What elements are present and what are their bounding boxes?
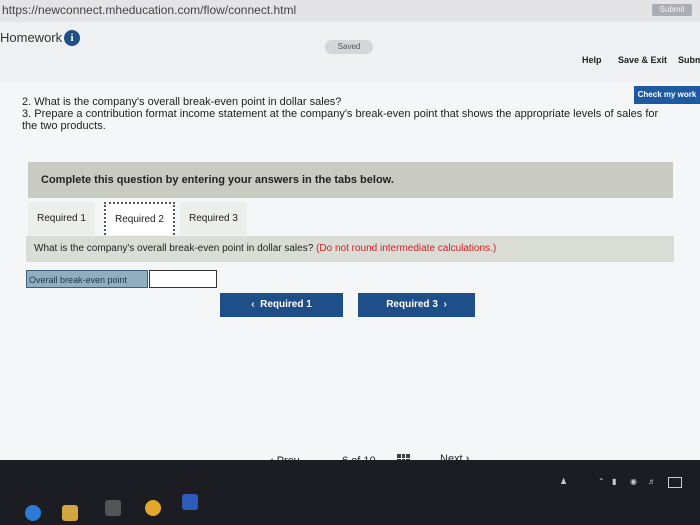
break-even-input[interactable] xyxy=(149,270,217,288)
prompt-note: (Do not round intermediate calculations.… xyxy=(316,243,497,254)
next-required-label: Required 3 xyxy=(386,299,438,310)
edge-icon[interactable] xyxy=(25,505,41,521)
question-2-text: 2. What is the company's overall break-e… xyxy=(22,96,342,108)
url-text[interactable]: https://newconnect.mheducation.com/flow/… xyxy=(2,3,296,17)
tab-required-2[interactable]: Required 2 xyxy=(104,202,175,235)
save-exit-link[interactable]: Save & Exit xyxy=(618,55,667,65)
question-3-text-line2: the two products. xyxy=(22,120,106,132)
instructions-banner: Complete this question by entering your … xyxy=(28,162,673,198)
word-icon[interactable] xyxy=(182,494,198,510)
taskbar: ♟ ⌃ ▮ ◉ ♬ xyxy=(0,460,700,525)
tab-required-1[interactable]: Required 1 xyxy=(28,202,95,235)
instructions-text: Complete this question by entering your … xyxy=(41,174,394,186)
page-title: Homework xyxy=(0,30,63,45)
chevron-left-icon: ‹ xyxy=(251,299,255,310)
question-3-text-line1: 3. Prepare a contribution format income … xyxy=(22,108,659,120)
submit-link[interactable]: Subm xyxy=(678,55,700,65)
prev-required-button[interactable]: ‹ Required 1 xyxy=(220,293,343,317)
url-right-badge: Submit xyxy=(652,4,692,16)
app-icon[interactable] xyxy=(105,500,121,516)
battery-icon[interactable]: ▮ xyxy=(612,477,616,486)
file-explorer-icon[interactable] xyxy=(62,505,78,521)
browser-url-bar[interactable]: https://newconnect.mheducation.com/flow/… xyxy=(0,0,700,23)
prompt-text: What is the company's overall break-even… xyxy=(34,243,496,254)
question-area: Check my work 2. What is the company's o… xyxy=(0,82,700,467)
prompt-bar: What is the company's overall break-even… xyxy=(26,236,674,262)
check-my-work-button[interactable]: Check my work xyxy=(634,86,700,104)
chrome-icon[interactable] xyxy=(145,500,161,516)
app-header: Homework i Saved Help Save & Exit Subm xyxy=(0,22,700,82)
help-link[interactable]: Help xyxy=(582,55,602,65)
chevron-up-icon[interactable]: ⌃ xyxy=(598,477,605,486)
notifications-icon[interactable] xyxy=(668,477,682,488)
saved-status-badge: Saved xyxy=(325,40,373,54)
answer-label: Overall break-even point xyxy=(26,270,148,288)
requirement-tabs: Required 1 Required 2 Required 3 xyxy=(28,202,673,237)
prev-required-label: Required 1 xyxy=(260,299,312,310)
chevron-right-icon: › xyxy=(443,299,447,310)
people-icon[interactable]: ♟ xyxy=(560,477,567,486)
tab-required-3[interactable]: Required 3 xyxy=(180,202,247,235)
info-icon[interactable]: i xyxy=(64,30,80,46)
prompt-question: What is the company's overall break-even… xyxy=(34,243,314,254)
wifi-icon[interactable]: ◉ xyxy=(630,477,637,486)
volume-icon[interactable]: ♬ xyxy=(648,477,656,486)
next-required-button[interactable]: Required 3 › xyxy=(358,293,475,317)
